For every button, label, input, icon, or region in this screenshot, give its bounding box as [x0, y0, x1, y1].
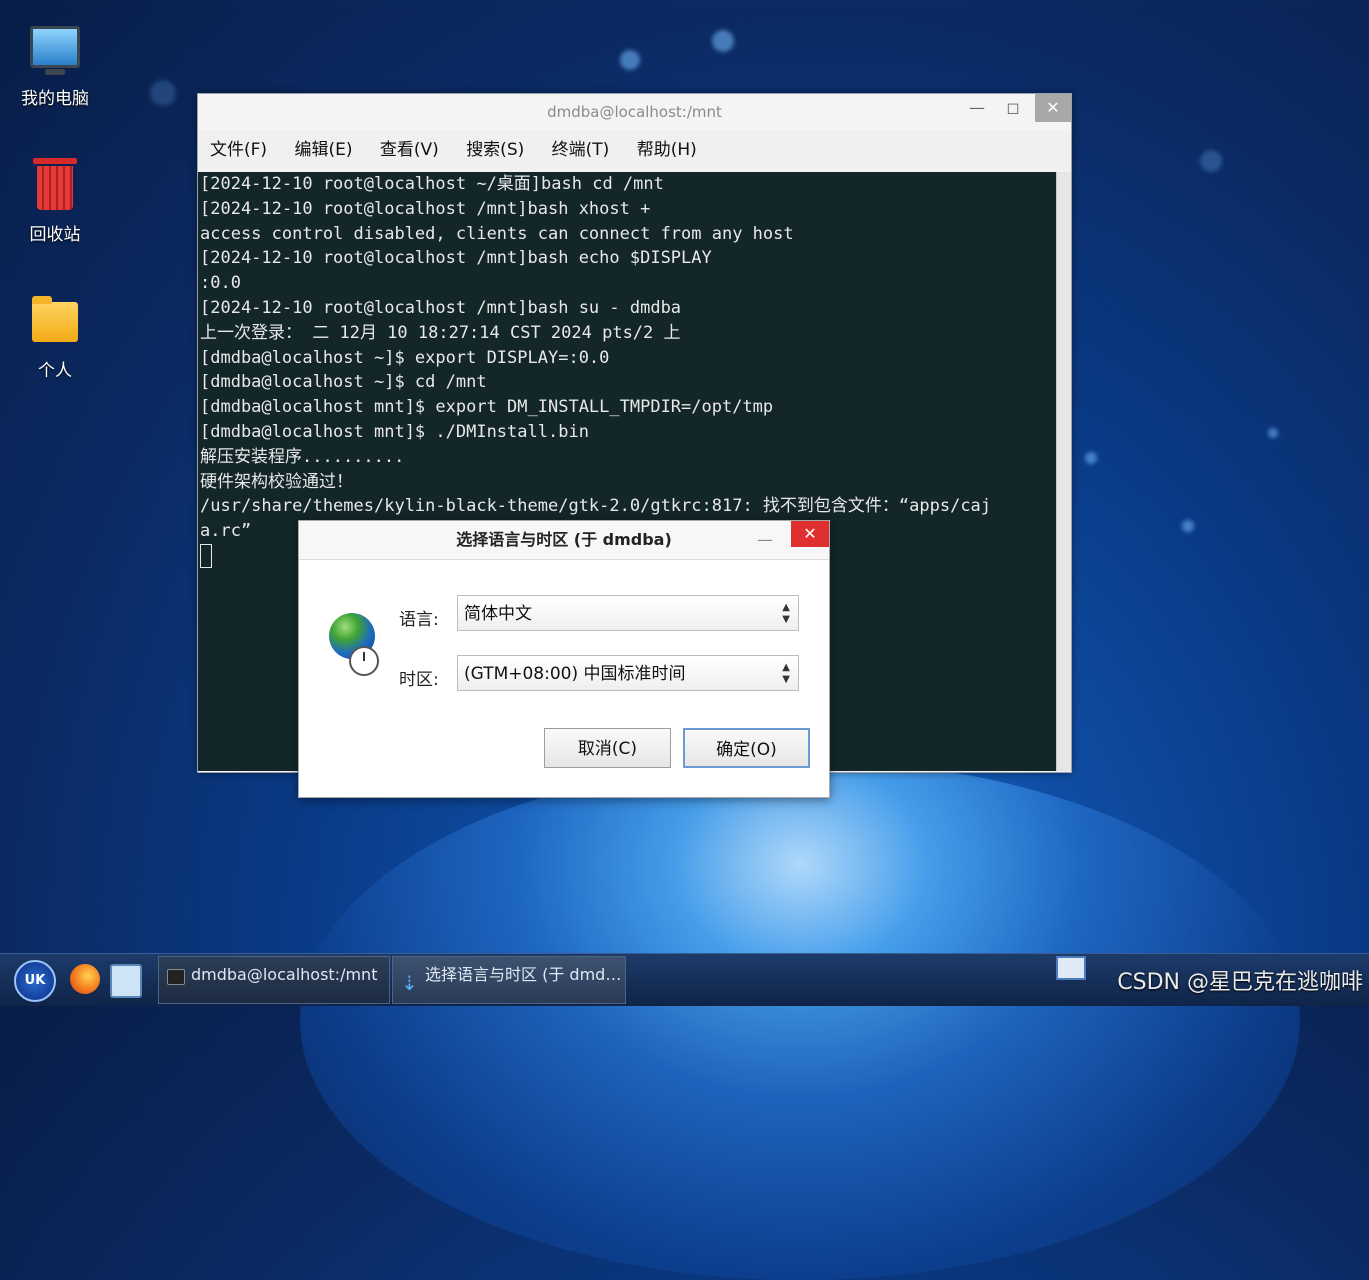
terminal-line: :0.0: [200, 273, 241, 294]
desktop-icon-home[interactable]: 个人: [10, 296, 100, 381]
trash-icon: [33, 158, 77, 210]
terminal-line: 硬件架构校验通过！: [200, 471, 353, 492]
taskbar-item-label: 选择语言与时区 (于 dmd…: [425, 965, 622, 984]
terminal-line: [dmdba@localhost mnt]$ export DM_INSTALL…: [200, 397, 774, 418]
cancel-button[interactable]: 取消(C): [544, 728, 671, 768]
download-arrow-icon: ⇣: [401, 971, 418, 995]
terminal-line: [2024-12-10 root@localhost /mnt]bash ech…: [200, 248, 712, 269]
terminal-line: [2024-12-10 root@localhost ~/桌面]bash cd …: [200, 174, 664, 194]
home-folder-icon: [32, 296, 78, 342]
terminal-line: 解压安装程序..........: [200, 446, 405, 467]
terminal-line: [dmdba@localhost ~]$ cd /mnt: [200, 372, 487, 393]
minimize-icon[interactable]: —: [753, 521, 777, 559]
maximize-icon[interactable]: ◻: [997, 94, 1029, 122]
tray-window-icon[interactable]: [1056, 956, 1086, 980]
desktop-icon-label: 我的电脑: [21, 89, 89, 109]
desktop-icon-label: 回收站: [29, 225, 81, 245]
dialog-title: 选择语言与时区 (于 dmdba): [456, 530, 672, 549]
close-icon[interactable]: ✕: [1035, 94, 1071, 122]
minimize-icon[interactable]: —: [961, 94, 993, 122]
bg-glow: [620, 50, 640, 70]
bg-glow: [1200, 150, 1222, 172]
taskbar-item-terminal[interactable]: dmdba@localhost:/mnt: [158, 956, 390, 1004]
terminal-line: access control disabled, clients can con…: [200, 223, 794, 244]
menu-terminal[interactable]: 终端(T): [552, 140, 610, 160]
terminal-line: [2024-12-10 root@localhost /mnt]bash su …: [200, 297, 682, 318]
menu-view[interactable]: 查看(V): [380, 140, 439, 160]
firefox-icon[interactable]: [70, 964, 100, 994]
terminal-line: /usr/share/themes/kylin-black-theme/gtk-…: [200, 496, 992, 517]
terminal-line: [2024-12-10 root@localhost /mnt]bash xho…: [200, 198, 651, 219]
bg-glow: [1085, 452, 1097, 464]
menu-search[interactable]: 搜索(S): [466, 140, 524, 160]
clock-icon: [349, 646, 379, 676]
start-menu-button[interactable]: UK: [14, 960, 56, 1002]
timezone-select[interactable]: (GTM+08:00) 中国标准时间 ▲ ▼: [457, 655, 799, 691]
menu-edit[interactable]: 编辑(E): [294, 140, 352, 160]
terminal-title: dmdba@localhost:/mnt: [547, 103, 722, 121]
spinner-arrows-icon: ▲ ▼: [782, 602, 790, 625]
taskbar-item-dialog[interactable]: ⇣ 选择语言与时区 (于 dmd…: [392, 956, 626, 1004]
desktop-icon-computer[interactable]: 我的电脑: [10, 26, 100, 109]
taskbar-item-label: dmdba@localhost:/mnt: [191, 965, 378, 984]
watermark: CSDN @星巴克在逃咖啡: [1117, 970, 1363, 995]
timezone-label: 时区:: [399, 670, 439, 690]
language-select[interactable]: 简体中文 ▲ ▼: [457, 595, 799, 631]
language-timezone-dialog[interactable]: 选择语言与时区 (于 dmdba) — ✕ 语言: 简体中文 ▲ ▼ 时区: (G…: [298, 520, 830, 798]
language-select-value: 简体中文: [464, 604, 532, 624]
bg-glow: [712, 30, 734, 52]
terminal-scrollbar[interactable]: [1056, 172, 1071, 771]
desktop-icon-trash[interactable]: 回收站: [10, 158, 100, 245]
menu-help[interactable]: 帮助(H): [637, 140, 697, 160]
desktop-icon-label: 个人: [38, 361, 72, 381]
text-cursor: [200, 543, 212, 568]
wallpaper-globe: [300, 760, 1300, 1280]
ok-button[interactable]: 确定(O): [683, 728, 810, 768]
bg-glow: [1268, 428, 1278, 438]
terminal-line: 上一次登录： 二 12月 10 18:27:14 CST 2024 pts/2 …: [200, 322, 681, 343]
bg-glow: [1182, 520, 1194, 532]
dialog-titlebar[interactable]: 选择语言与时区 (于 dmdba) — ✕: [299, 521, 829, 560]
terminal-menubar: 文件(F) 编辑(E) 查看(V) 搜索(S) 终端(T) 帮助(H): [198, 130, 1071, 170]
terminal-titlebar[interactable]: dmdba@localhost:/mnt — ◻ ✕: [198, 94, 1071, 130]
terminal-line: [dmdba@localhost ~]$ export DISPLAY=:0.0: [200, 347, 610, 368]
language-label: 语言:: [399, 610, 439, 630]
computer-icon: [30, 26, 80, 75]
spinner-arrows-icon: ▲ ▼: [782, 662, 790, 685]
terminal-icon: [167, 969, 185, 985]
menu-file[interactable]: 文件(F): [210, 140, 267, 160]
file-manager-icon[interactable]: [110, 964, 142, 998]
timezone-select-value: (GTM+08:00) 中国标准时间: [464, 664, 686, 684]
bg-glow: [150, 80, 176, 106]
terminal-line: [dmdba@localhost mnt]$ ./DMInstall.bin: [200, 421, 589, 442]
close-icon[interactable]: ✕: [791, 521, 829, 547]
